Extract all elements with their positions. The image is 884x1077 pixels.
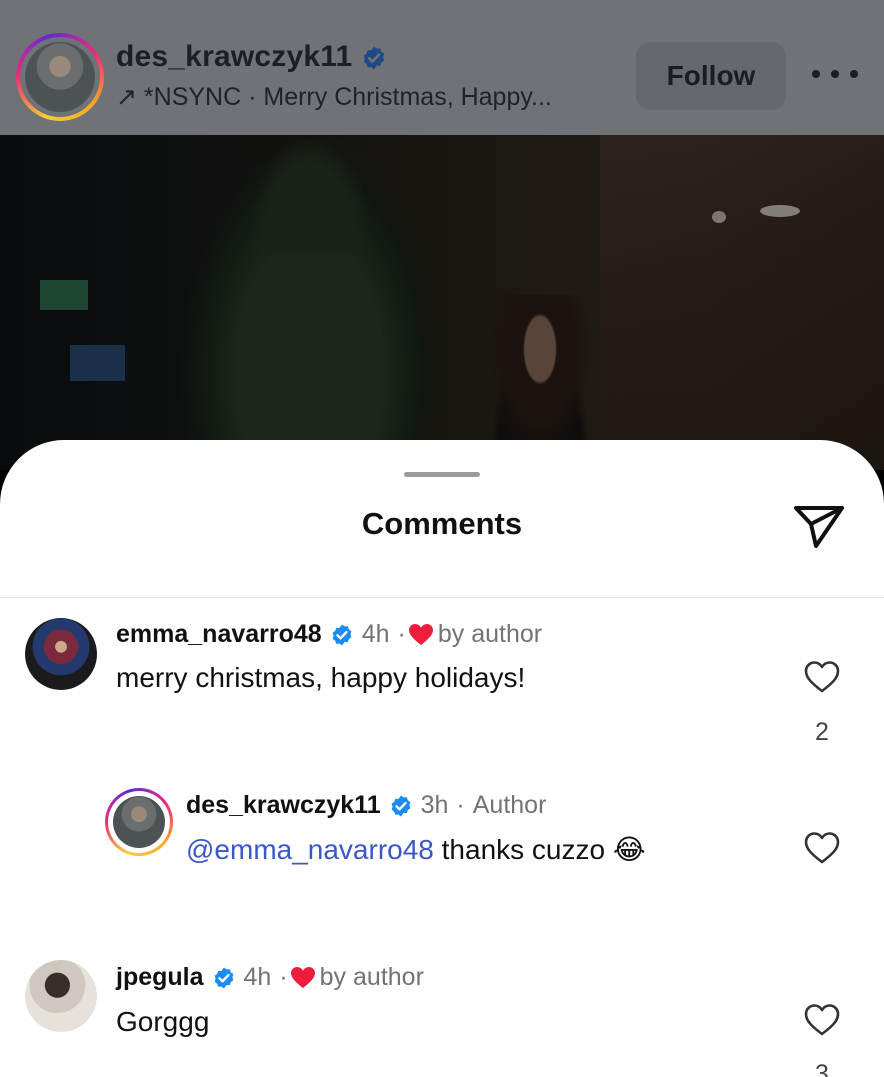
post-header: des_krawczyk11 ↗ *NSYNC · Merry Christma… <box>0 0 884 135</box>
follow-button[interactable]: Follow <box>636 42 786 110</box>
sheet-grabber-handle[interactable] <box>404 472 480 477</box>
comment-text: @emma_navarro48 thanks cuzzo 😂 <box>186 833 646 866</box>
verified-badge-icon <box>391 795 411 816</box>
liked-heart-icon <box>290 966 315 988</box>
comments-sheet: Comments emma_navarro48 4h · by author m… <box>0 440 884 1077</box>
share-send-icon[interactable] <box>792 502 846 550</box>
comment-time: 3h <box>420 791 449 819</box>
verified-badge-icon <box>214 967 233 988</box>
separator-dot: · <box>279 963 288 991</box>
like-count[interactable]: 3 <box>800 1060 844 1077</box>
verified-badge-icon <box>363 46 385 70</box>
avatar[interactable] <box>105 788 173 856</box>
post-author-avatar[interactable] <box>16 33 104 121</box>
mention-link[interactable]: @emma_navarro48 <box>186 834 434 865</box>
comment-text: Gorggg <box>116 1006 210 1037</box>
heart-icon[interactable] <box>804 1003 840 1037</box>
comment-time: 4h <box>361 620 390 648</box>
heart-icon[interactable] <box>804 831 840 865</box>
post-photo[interactable] <box>0 135 884 470</box>
comment-username[interactable]: emma_navarro48 <box>116 620 322 649</box>
heart-icon[interactable] <box>804 660 840 694</box>
post-background: des_krawczyk11 ↗ *NSYNC · Merry Christma… <box>0 0 884 470</box>
comment-username[interactable]: jpegula <box>116 963 204 992</box>
comment-meta: des_krawczyk11 3h · Author <box>186 791 546 820</box>
liked-by-author-label: by author <box>319 963 424 991</box>
post-audio[interactable]: ↗ *NSYNC · Merry Christmas, Happy... <box>116 82 552 112</box>
avatar[interactable] <box>25 960 97 1032</box>
arrow-up-right-icon: ↗ <box>116 83 137 111</box>
more-options-icon[interactable] <box>812 62 858 86</box>
avatar[interactable] <box>25 618 97 690</box>
comment-meta: jpegula 4h · by author <box>116 963 424 992</box>
post-audio-title[interactable]: *NSYNC · Merry Christmas, Happy... <box>144 83 552 111</box>
separator-dot: · <box>456 791 465 819</box>
comment-time: 4h <box>243 963 272 991</box>
comment-username[interactable]: des_krawczyk11 <box>186 791 381 820</box>
author-badge: Author <box>472 791 547 819</box>
separator-dot: · <box>397 620 406 648</box>
post-author-name[interactable]: des_krawczyk11 <box>116 40 387 74</box>
post-author-username[interactable]: des_krawczyk11 <box>116 40 352 73</box>
like-count[interactable]: 2 <box>800 718 844 747</box>
liked-by-author-label: by author <box>437 620 543 648</box>
sheet-divider <box>0 597 884 598</box>
sheet-title: Comments <box>361 506 523 541</box>
verified-badge-icon <box>332 624 352 645</box>
reply-body: thanks cuzzo 😂 <box>433 834 646 865</box>
comment-meta: emma_navarro48 4h · by author <box>116 620 542 649</box>
comment-text: merry christmas, happy holidays! <box>116 662 526 693</box>
liked-heart-icon <box>408 623 433 645</box>
